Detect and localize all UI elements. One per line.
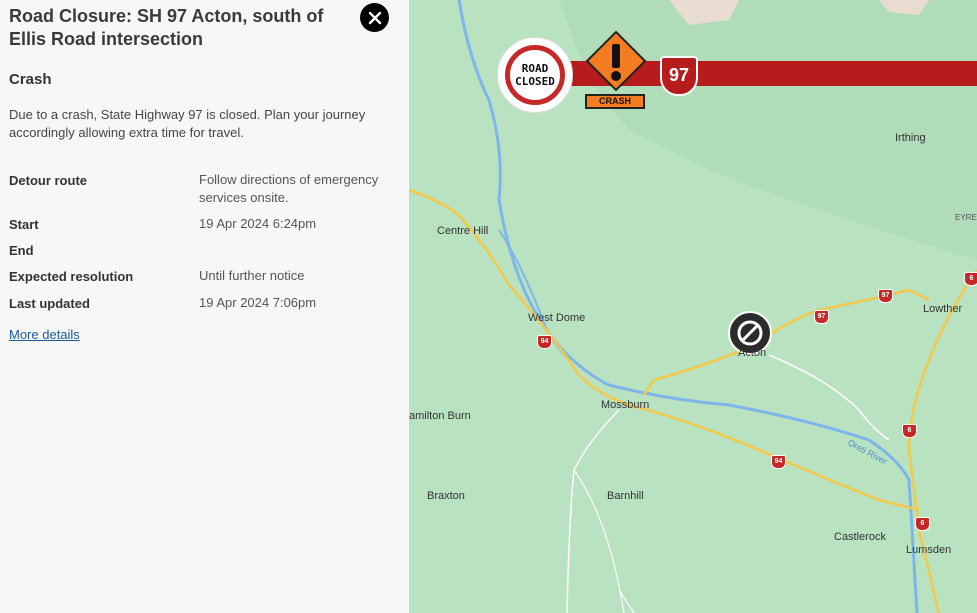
place-mossburn: Mossburn <box>601 399 650 411</box>
incident-title: Road Closure: SH 97 Acton, south of Elli… <box>9 6 324 49</box>
crash-label: CRASH <box>585 94 645 109</box>
close-icon <box>368 11 381 24</box>
incident-category: Crash <box>9 71 52 88</box>
more-details-link[interactable]: More details <box>9 327 80 342</box>
sh97-shield-label: 97 <box>668 65 690 85</box>
expected-resolution-label: Expected resolution <box>9 269 134 284</box>
place-lumsden: Lumsden <box>906 544 952 556</box>
sh94-shield: 94 <box>537 335 552 349</box>
no-entry-icon <box>737 320 763 346</box>
place-castlerock: Castlerock <box>834 531 886 543</box>
warning-diamond-icon <box>585 30 647 92</box>
place-west-dome: West Dome <box>528 312 586 324</box>
sh97-road <box>642 288 930 396</box>
sh6-shield: 6 <box>964 272 977 286</box>
place-lowther: Lowther <box>923 303 963 315</box>
place-hamilton-burn: amilton Burn <box>409 410 471 422</box>
start-label: Start <box>9 217 39 232</box>
map-terrain <box>409 0 977 613</box>
sh6-shield: 6 <box>915 517 930 531</box>
incident-panel: Road Closure: SH 97 Acton, south of Elli… <box>0 0 409 613</box>
start-value: 19 Apr 2024 6:24pm <box>199 216 317 231</box>
detour-route-value: Follow directions of emergency services … <box>199 172 379 205</box>
place-eyre: EYRE <box>955 213 977 222</box>
road-closed-sign: ROAD CLOSED <box>497 37 573 113</box>
map-view[interactable]: ROAD CLOSED CRASH 97 Irthing EYRE Centre… <box>409 0 977 613</box>
crash-sign: CRASH <box>581 30 651 112</box>
place-irthing: Irthing <box>895 132 926 144</box>
place-barnhill: Barnhill <box>607 490 644 502</box>
place-acton: Acton <box>738 347 767 359</box>
last-updated-label: Last updated <box>9 296 90 311</box>
sh6-shield: 6 <box>902 424 917 438</box>
sh97-shield-large: 97 <box>660 56 698 96</box>
sh6-road <box>907 269 977 613</box>
road-closed-line2: CLOSED <box>515 75 555 88</box>
road-closed-line1: ROAD <box>521 62 549 75</box>
place-braxton: Braxton <box>427 490 465 502</box>
incident-description: Due to a crash, State Highway 97 is clos… <box>9 107 366 140</box>
sh94-shield: 94 <box>771 455 786 469</box>
end-label: End <box>9 243 34 258</box>
sh97-shield: 97 <box>814 310 829 324</box>
last-updated-value: 19 Apr 2024 7:06pm <box>199 295 317 310</box>
sh97-shield: 97 <box>878 289 893 303</box>
sh94-road <box>409 188 920 512</box>
close-button[interactable] <box>360 3 389 32</box>
expected-resolution-value: Until further notice <box>199 268 305 283</box>
place-centre-hill: Centre Hill <box>437 225 489 237</box>
detour-route-label: Detour route <box>9 173 87 188</box>
